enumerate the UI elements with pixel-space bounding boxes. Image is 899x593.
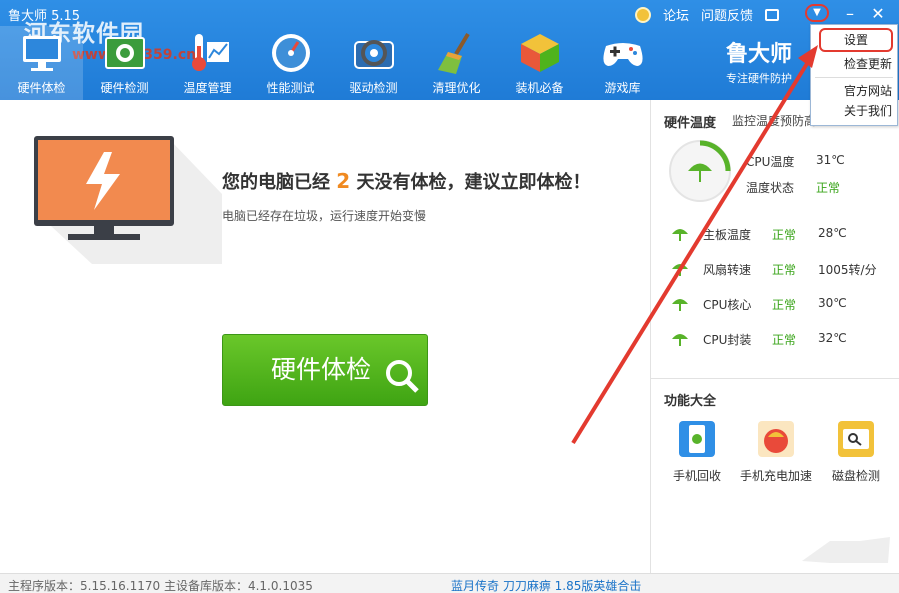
magnifier-icon <box>386 360 419 393</box>
fan-speed-label: 风扇转速 <box>703 263 752 277</box>
disk-check-icon <box>838 421 874 457</box>
temp-panel-title: 硬件温度 <box>664 116 717 131</box>
board-temp-value: 28℃ <box>818 226 847 240</box>
gear-icon <box>354 40 394 69</box>
chip-icon <box>105 37 145 69</box>
nav-label: 驱动检测 <box>349 81 398 95</box>
board-temp-status: 正常 <box>772 228 797 242</box>
close-button[interactable]: ✕ <box>866 2 890 26</box>
umbrella-icon <box>672 334 688 346</box>
cpu-temp-label: CPU温度 <box>746 155 795 169</box>
func-label: 手机充电加速 <box>739 469 812 483</box>
nav-item-driver[interactable]: 驱动检测 <box>332 26 415 100</box>
ad-link[interactable]: 蓝月传奇 刀刀麻痹 1.85版英雄合击 <box>451 577 641 593</box>
cpu-package-value: 32℃ <box>818 331 847 345</box>
minimize-button[interactable]: – <box>838 2 862 26</box>
cpu-package-label: CPU封装 <box>703 333 752 347</box>
checkup-subtext: 电脑已经存在垃圾，运行速度开始变慢 <box>222 209 427 223</box>
nav-item-cleanup[interactable]: 清理优化 <box>415 26 498 100</box>
nav-label: 游戏库 <box>604 81 641 95</box>
header-bar: 鲁大师 5.15 河东软件园 www.pc0359.cn 论坛 问题反馈 ▼ –… <box>0 0 899 100</box>
days-count: 2 <box>336 169 351 193</box>
func-phone-recycle[interactable]: 手机回收 <box>657 418 737 484</box>
nav-item-temperature[interactable]: 温度管理 <box>166 26 249 100</box>
fan-speed-status: 正常 <box>772 263 797 277</box>
checkup-message: 您的电脑已经 2 天没有体检，建议立即体检！ <box>222 168 590 194</box>
nav-item-performance[interactable]: 性能测试 <box>249 26 332 100</box>
temp-status-label: 温度状态 <box>746 181 795 195</box>
menu-down-icon[interactable]: ▼ <box>805 4 829 22</box>
functions-title: 功能大全 <box>664 394 717 409</box>
func-label: 手机回收 <box>672 469 721 483</box>
cpu-gauge <box>669 140 731 202</box>
hardware-checkup-button[interactable]: 硬件体检 <box>222 334 428 406</box>
corner-watermark-icon <box>802 537 890 563</box>
func-label: 磁盘检测 <box>831 469 880 483</box>
nav-item-games[interactable]: 游戏库 <box>581 26 664 100</box>
monitor-icon <box>23 36 61 71</box>
nav-label: 硬件体检 <box>17 81 66 95</box>
cpu-core-status: 正常 <box>772 298 797 312</box>
nav-label: 清理优化 <box>432 81 481 95</box>
version-info: 主程序版本：5.15.16.1170 主设备库版本：4.1.0.1035 <box>8 579 313 593</box>
cube-icon <box>521 34 559 72</box>
speedometer-icon <box>272 34 310 72</box>
nav-label: 性能测试 <box>266 81 315 95</box>
brand-name: 鲁大师 <box>726 42 793 67</box>
temp-panel-subtitle: 监控温度预防高 <box>732 114 817 128</box>
umbrella-icon <box>672 264 688 276</box>
thermometer-icon <box>192 34 229 71</box>
cpu-temp-value: 31℃ <box>816 153 845 167</box>
main-nav: 硬件体检 硬件检测 温度管理 性能测试 驱动检测 清理优化 装机必备 游戏库 <box>0 26 664 100</box>
cpu-core-label: CPU核心 <box>703 298 752 312</box>
phone-recycle-icon <box>679 421 715 457</box>
button-label: 硬件体检 <box>271 355 372 384</box>
header-links: 论坛 问题反馈 <box>634 5 779 24</box>
main-content: 您的电脑已经 2 天没有体检，建议立即体检！ 电脑已经存在垃圾，运行速度开始变慢… <box>0 100 650 573</box>
fan-speed-value: 1005转/分 <box>818 263 877 277</box>
broom-icon <box>438 32 470 74</box>
panel-divider <box>651 378 899 379</box>
temperature-panel: 硬件温度 监控温度预防高 CPU温度 31℃ 温度状态 正常 主板温度 正常 2… <box>650 100 899 573</box>
brand-subtitle: 专注硬件防护 <box>726 72 792 85</box>
nav-item-hardware-detect[interactable]: 硬件检测 <box>83 26 166 100</box>
nav-item-hardware-checkup[interactable]: 硬件体检 <box>0 26 83 100</box>
skin-icon[interactable] <box>765 8 779 21</box>
func-charge-boost[interactable]: 手机充电加速 <box>736 418 816 484</box>
message-prefix: 您的电脑已经 <box>222 172 330 193</box>
cpu-package-status: 正常 <box>772 333 797 347</box>
board-temp-label: 主板温度 <box>703 228 752 242</box>
menu-item-check-update[interactable]: 检查更新 <box>811 52 897 76</box>
feedback-link[interactable]: 问题反馈 <box>701 5 753 24</box>
settings-dropdown: 设置 检查更新 官方网站 关于我们 <box>810 24 898 126</box>
umbrella-icon <box>672 299 688 311</box>
monitor-illustration <box>34 136 222 264</box>
nav-label: 温度管理 <box>183 81 232 95</box>
menu-item-settings[interactable]: 设置 <box>819 28 893 52</box>
menu-separator <box>815 77 893 78</box>
nav-label: 装机必备 <box>515 81 564 95</box>
menu-item-about[interactable]: 关于我们 <box>811 99 897 123</box>
nav-label: 硬件检测 <box>100 81 149 95</box>
func-disk-check[interactable]: 磁盘检测 <box>816 418 896 484</box>
forum-link[interactable]: 论坛 <box>663 5 689 24</box>
temp-status-value: 正常 <box>816 181 841 195</box>
message-suffix: 天没有体检，建议立即体检！ <box>356 172 591 193</box>
cpu-core-value: 30℃ <box>818 296 847 310</box>
charge-boost-icon <box>758 421 794 457</box>
medal-icon[interactable] <box>634 6 651 23</box>
umbrella-icon <box>672 229 688 241</box>
gamepad-icon <box>603 43 643 66</box>
status-bar: 主程序版本：5.15.16.1170 主设备库版本：4.1.0.1035 蓝月传… <box>0 573 899 593</box>
nav-item-essentials[interactable]: 装机必备 <box>498 26 581 100</box>
